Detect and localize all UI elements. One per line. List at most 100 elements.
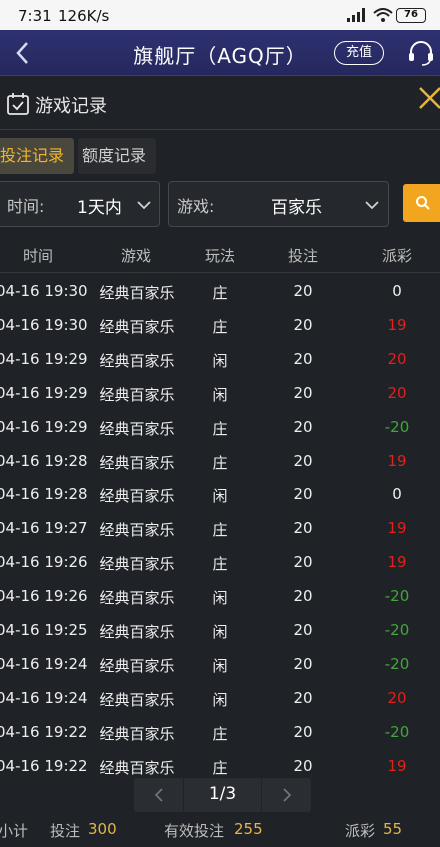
cell-bet: 20 <box>293 688 313 707</box>
cell-time: 04-16 19:28 <box>0 485 88 504</box>
valid-bet-label: 有效投注 <box>164 822 225 840</box>
cell-play: 闲 <box>212 385 228 404</box>
close-icon[interactable] <box>416 84 440 116</box>
cell-bet: 20 <box>293 417 313 436</box>
cell-play: 闲 <box>212 487 228 506</box>
prev-page-button[interactable] <box>134 778 184 812</box>
status-time: 7:31 <box>18 7 52 25</box>
time-filter-value: 1天内 <box>77 198 122 218</box>
cell-time: 04-16 19:30 <box>0 282 88 300</box>
table-row: 04-16 19:29 经典百家乐 闲 20 20 <box>0 376 440 410</box>
subtotal-label: 小计 <box>0 822 29 840</box>
cell-time: 04-16 19:24 <box>0 654 88 673</box>
valid-bet-value: 255 <box>234 820 263 838</box>
cell-play: 庄 <box>212 758 228 777</box>
cell-payout: 19 <box>387 756 407 775</box>
game-filter-select[interactable]: 游戏: 百家乐 <box>168 181 389 227</box>
cell-time: 04-16 19:25 <box>0 621 88 639</box>
cell-bet: 20 <box>293 315 313 334</box>
cell-payout: -20 <box>384 417 410 436</box>
cell-payout: 19 <box>387 315 407 334</box>
table-row: 04-16 19:29 经典百家乐 闲 20 20 <box>0 342 440 376</box>
cell-game: 经典百家乐 <box>99 284 175 302</box>
section-title: 游戏记录 <box>35 96 107 117</box>
bet-total-label: 投注 <box>50 822 81 840</box>
cell-time: 04-16 19:26 <box>0 587 88 606</box>
bet-total-value: 300 <box>88 820 117 838</box>
cell-time: 04-16 19:29 <box>0 349 88 368</box>
chevron-down-icon <box>365 201 379 210</box>
cell-time: 04-16 19:26 <box>0 553 88 572</box>
table-row: 04-16 19:27 经典百家乐 庄 20 19 <box>0 511 440 545</box>
cell-play: 闲 <box>212 623 228 641</box>
tab-bet-records[interactable]: 投注记录 <box>0 138 74 174</box>
cell-game: 经典百家乐 <box>99 555 175 574</box>
cell-bet: 20 <box>293 485 313 504</box>
cell-bet: 20 <box>293 383 313 402</box>
pagination: 1/3 <box>134 778 311 812</box>
signal-icon <box>347 8 365 22</box>
battery-icon: 76 <box>396 8 426 23</box>
game-filter-value: 百家乐 <box>271 198 322 218</box>
summary-bar: 小计 投注 300 有效投注 255 派彩 55 <box>0 812 440 847</box>
table-row: 04-16 19:29 经典百家乐 庄 20 -20 <box>0 410 440 444</box>
table-row: 04-16 19:24 经典百家乐 闲 20 -20 <box>0 647 440 681</box>
next-page-button[interactable] <box>261 778 311 812</box>
time-filter-select[interactable]: 时间: 1天内 <box>0 181 160 227</box>
cell-play: 闲 <box>212 690 228 709</box>
cell-play: 闲 <box>212 589 228 608</box>
search-button[interactable] <box>403 184 440 222</box>
cell-payout: 19 <box>387 451 407 470</box>
game-filter-label: 游戏: <box>177 197 215 216</box>
page-indicator: 1/3 <box>208 784 237 804</box>
cell-play: 庄 <box>212 453 228 472</box>
chevron-left-icon <box>154 788 163 802</box>
time-filter-label: 时间: <box>7 197 45 216</box>
header-bar: 旗舰厅（AGQ厅） 充值 <box>0 30 440 76</box>
cell-play: 闲 <box>212 656 228 675</box>
table-row: 04-16 19:25 经典百家乐 闲 20 -20 <box>0 613 440 647</box>
chevron-down-icon <box>137 201 151 210</box>
cell-time: 04-16 19:27 <box>0 519 88 538</box>
search-icon <box>416 196 430 210</box>
cell-time: 04-16 19:22 <box>0 722 88 741</box>
cell-payout: 0 <box>392 485 402 504</box>
cell-bet: 20 <box>293 587 313 606</box>
table-row: 04-16 19:24 经典百家乐 闲 20 20 <box>0 681 440 715</box>
cell-bet: 20 <box>293 553 313 572</box>
cell-game: 经典百家乐 <box>99 453 175 472</box>
cell-game: 经典百家乐 <box>99 351 175 370</box>
cell-game: 经典百家乐 <box>99 724 175 743</box>
tab-credit-records[interactable]: 额度记录 <box>78 138 156 174</box>
cell-bet: 20 <box>293 282 313 300</box>
cell-bet: 20 <box>293 519 313 538</box>
payout-total-value: 55 <box>383 820 403 838</box>
cell-bet: 20 <box>293 349 313 368</box>
cell-payout: 19 <box>387 553 407 572</box>
cell-bet: 20 <box>293 621 313 639</box>
cell-payout: -20 <box>384 587 410 606</box>
wifi-icon <box>373 8 393 22</box>
cell-time: 04-16 19:29 <box>0 383 88 402</box>
recharge-button[interactable]: 充值 <box>334 41 384 65</box>
cell-game: 经典百家乐 <box>99 317 175 336</box>
cell-bet: 20 <box>293 722 313 741</box>
headset-icon[interactable] <box>406 38 436 68</box>
cell-game: 经典百家乐 <box>99 487 175 506</box>
cell-play: 庄 <box>212 724 228 743</box>
cell-play: 庄 <box>212 419 228 438</box>
cell-time: 04-16 19:22 <box>0 756 88 775</box>
cell-time: 04-16 19:29 <box>0 417 88 436</box>
column-header-bet: 投注 <box>287 247 318 265</box>
cell-payout: 20 <box>387 383 407 402</box>
cell-time: 04-16 19:24 <box>0 688 88 707</box>
cell-payout: -20 <box>384 654 410 673</box>
cell-game: 经典百家乐 <box>99 656 175 675</box>
table-row: 04-16 19:22 经典百家乐 庄 20 -20 <box>0 715 440 749</box>
column-header-time: 时间 <box>22 247 53 265</box>
cell-play: 庄 <box>212 555 228 574</box>
cell-payout: 19 <box>387 519 407 538</box>
cell-play: 庄 <box>212 521 228 540</box>
table-header: 时间 游戏 玩法 投注 派彩 <box>0 237 440 273</box>
cell-game: 经典百家乐 <box>99 758 175 777</box>
